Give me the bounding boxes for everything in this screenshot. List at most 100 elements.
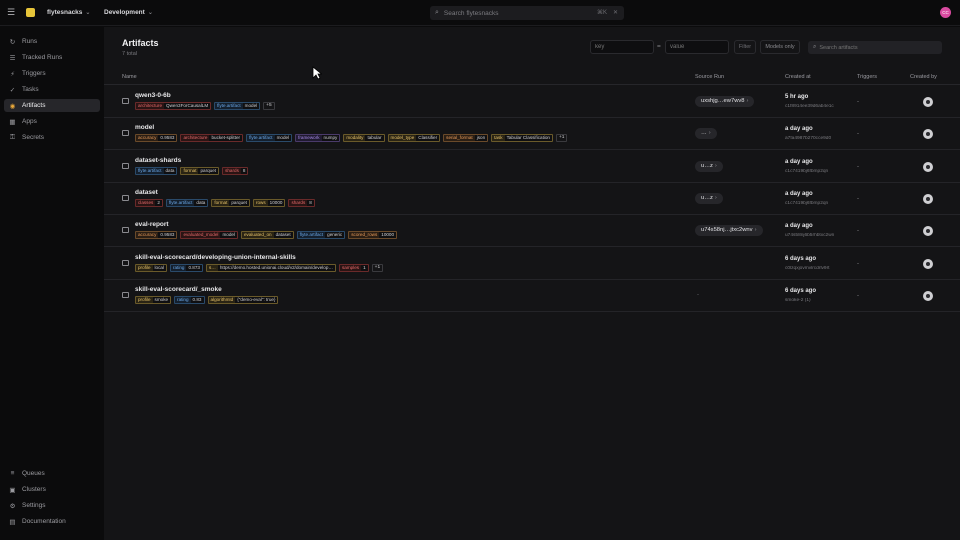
artifact-name[interactable]: model: [135, 124, 154, 131]
column-created-by[interactable]: Created by: [910, 74, 937, 80]
menu-icon[interactable]: ☰: [7, 8, 16, 17]
table-row[interactable]: skill-eval-scorecard/_smoke profile smoke r…: [104, 280, 960, 312]
sidebar-item-settings[interactable]: ⚙ Settings: [4, 499, 100, 512]
sidebar-item-label: Artifacts: [22, 102, 46, 109]
chip-key: classes: [136, 199, 156, 206]
table-row[interactable]: eval-report accuracy 0.9583 evaluated_model…: [104, 215, 960, 248]
triggers-value: -: [857, 131, 859, 138]
sidebar-item-tasks[interactable]: ✓ Tasks: [4, 83, 100, 96]
triggers-value: -: [857, 228, 859, 235]
filter-key-input[interactable]: [590, 40, 654, 54]
artifact-name[interactable]: skill-eval-scorecard/_smoke: [135, 286, 222, 293]
sidebar-item-runs[interactable]: ↻ Runs: [4, 35, 100, 48]
chip-key: accuracy: [136, 232, 159, 239]
source-run-link[interactable]: u…z ›: [695, 192, 723, 204]
chip-value: dataset: [273, 232, 293, 239]
table-row[interactable]: model accuracy 0.9583 architecture bucket-sp…: [104, 118, 960, 151]
artifact-icon: [122, 227, 129, 234]
chip-value: numpy: [321, 135, 340, 142]
user-icon[interactable]: [923, 161, 933, 172]
chip-key: flyte.artifact: [247, 135, 275, 142]
sidebar-item-secrets[interactable]: ⚿ Secrets: [4, 131, 100, 144]
metadata-chip: format parquet: [211, 198, 250, 207]
triggers-value: -: [857, 292, 859, 299]
sidebar-item-artifacts[interactable]: ◉ Artifacts: [4, 99, 100, 112]
chip-key: scored_rows: [349, 232, 380, 239]
chip-key: modality: [344, 135, 366, 142]
artifact-name[interactable]: qwen3-0-6b: [135, 92, 171, 99]
sidebar-item-tracked-runs[interactable]: ☰ Tracked Runs: [4, 51, 100, 64]
metadata-chip: s… https://demo.hosted.unionai.cloud/v2/d…: [205, 263, 336, 272]
table-row[interactable]: skill-eval-scorecard/developing-union-in…: [104, 248, 960, 280]
more-chips-badge[interactable]: +5: [263, 102, 275, 110]
filter-button[interactable]: Filter: [734, 40, 756, 54]
triggers-value: -: [857, 99, 859, 105]
chip-key: shards: [223, 167, 241, 174]
column-created-at[interactable]: Created at: [785, 74, 811, 80]
user-icon[interactable]: [923, 258, 933, 269]
artifact-search[interactable]: ⌕: [808, 41, 942, 54]
main-content: Artifacts 7 total = Filter Models only ⌕…: [104, 27, 960, 540]
avatar[interactable]: CC: [940, 7, 951, 18]
chip-value: 1: [361, 264, 368, 271]
sidebar-item-queues[interactable]: ≡ Queues: [4, 467, 100, 480]
chip-key: s…: [206, 264, 218, 271]
global-search[interactable]: ⌕ Search flytesnacks ⌘K ✕: [430, 6, 624, 20]
column-triggers[interactable]: Triggers: [857, 74, 877, 80]
more-chips-badge[interactable]: +1: [555, 134, 568, 143]
source-run-link[interactable]: u…z ›: [695, 160, 723, 172]
metadata-chips: flyte.artifact data format parquet shards 8: [135, 166, 249, 175]
chip-value: parquet: [229, 199, 249, 206]
source-run-link[interactable]: u74s58nj…jtxc2wnv ›: [695, 225, 763, 237]
metadata-chips: architecture Qwen3ForCausalLM flyte.artifa…: [135, 102, 275, 110]
org-selector[interactable]: flytesnacks ⌄: [47, 9, 90, 16]
chip-key: model_type: [388, 135, 417, 142]
metadata-chip: framework numpy: [295, 134, 341, 143]
user-icon[interactable]: [923, 129, 933, 140]
column-name[interactable]: Name: [122, 74, 137, 80]
filter-value-input[interactable]: [665, 40, 729, 54]
chevron-right-icon: ›: [754, 227, 757, 234]
runs-icon: ↻: [9, 38, 16, 46]
more-chips-badge[interactable]: +1: [371, 263, 384, 272]
created-at: a day ago: [785, 190, 813, 197]
artifact-name[interactable]: eval-report: [135, 221, 169, 228]
table-row[interactable]: dataset classes 2 flyte.artifact data format p…: [104, 183, 960, 215]
tasks-icon: ✓: [9, 86, 16, 94]
source-run-id: uxshjg…ew7wv8: [701, 98, 745, 104]
models-only-toggle[interactable]: Models only: [760, 40, 800, 54]
table-row[interactable]: qwen3-0-6b architecture Qwen3ForCausalLM fl…: [104, 86, 960, 118]
sidebar-item-label: Tracked Runs: [22, 54, 63, 61]
tracked-runs-icon: ☰: [9, 54, 16, 62]
global-search-placeholder: Search flytesnacks: [443, 9, 499, 17]
source-run-id: u…z: [701, 162, 713, 169]
env-selector[interactable]: Development ⌄: [104, 9, 153, 16]
table-row[interactable]: dataset-shards flyte.artifact data format pa…: [104, 151, 960, 183]
source-run-id: u…z: [701, 194, 713, 201]
artifact-search-input[interactable]: [819, 42, 930, 53]
sidebar-item-documentation[interactable]: ▤ Documentation: [4, 515, 100, 528]
chip-value: data: [194, 199, 208, 206]
chip-value: 2: [155, 199, 162, 206]
column-source-run[interactable]: Source Run: [695, 74, 724, 80]
sidebar-item-apps[interactable]: ▦ Apps: [4, 115, 100, 128]
sidebar-item-clusters[interactable]: ▣ Clusters: [4, 483, 100, 496]
source-run-link[interactable]: uxshjg…ew7wv8 ›: [695, 96, 755, 107]
page-title: Artifacts: [122, 38, 159, 48]
metadata-chip: shards 8: [288, 198, 315, 207]
sidebar-item-label: Runs: [22, 38, 38, 45]
metadata-chip: accuracy 0.9583: [135, 231, 178, 240]
close-icon[interactable]: ✕: [613, 9, 618, 16]
user-icon[interactable]: [923, 290, 933, 301]
created-version: c1c7419bj6fbmp2qn: [785, 168, 829, 174]
user-icon[interactable]: [923, 193, 933, 204]
user-icon[interactable]: [923, 226, 933, 237]
artifact-name[interactable]: skill-eval-scorecard/developing-union-in…: [135, 254, 296, 261]
sidebar-item-triggers[interactable]: ⚡ Triggers: [4, 67, 100, 80]
metadata-chip: model_type Classifier: [387, 134, 441, 143]
chip-value: 0.9583: [158, 135, 177, 142]
artifact-name[interactable]: dataset-shards: [135, 157, 181, 164]
user-icon[interactable]: [923, 97, 933, 107]
source-run-link[interactable]: … ›: [695, 128, 717, 140]
artifact-name[interactable]: dataset: [135, 189, 158, 196]
